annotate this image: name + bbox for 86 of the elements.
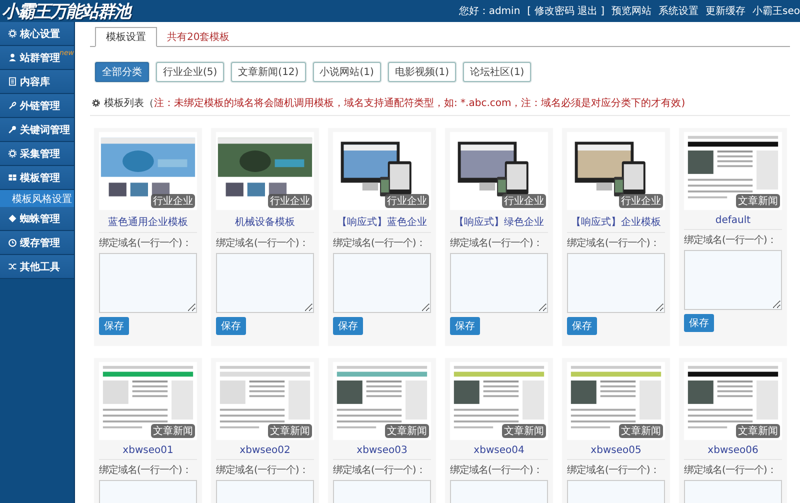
sidebar-subitem[interactable]: 模板风格设置 — [0, 190, 74, 207]
category-badge: 行业企业 — [502, 194, 546, 208]
sidebar-item[interactable]: 模板管理 — [0, 166, 74, 190]
template-name[interactable]: xbwseo01 — [99, 440, 197, 460]
save-button[interactable]: 保存 — [333, 317, 363, 335]
template-name[interactable]: 机械设备模板 — [216, 210, 314, 233]
field-label: 绑定域名(一行一个)： — [333, 236, 426, 250]
gear-icon — [92, 99, 100, 107]
template-name[interactable]: 【响应式】蓝色企业 — [333, 210, 431, 233]
logo: 小霸王万能站群池 — [1, 0, 130, 22]
field-label: 绑定域名(一行一个)： — [216, 464, 310, 477]
domain-field[interactable] — [684, 250, 782, 310]
save-button[interactable]: 保存 — [684, 314, 714, 332]
template-name[interactable]: 【响应式】绿色企业 — [450, 210, 548, 233]
category-badge: 行业企业 — [619, 194, 663, 208]
filter-button[interactable]: 全部分类 — [95, 62, 149, 82]
sidebar-item[interactable]: 外链管理 — [0, 94, 74, 118]
category-badge: 文章新闻 — [736, 424, 780, 438]
category-badge: 文章新闻 — [502, 424, 546, 438]
sidebar-item[interactable]: 采集管理 — [0, 142, 74, 166]
filter-button[interactable]: 行业企业(5) — [156, 62, 224, 82]
domain-field[interactable] — [99, 253, 197, 313]
save-button[interactable]: 保存 — [99, 317, 129, 335]
template-name[interactable]: 蓝色通用企业模板 — [99, 210, 197, 233]
gear-icon — [8, 29, 17, 38]
field-label: 绑定域名(一行一个)： — [684, 464, 778, 477]
sidebar-item[interactable]: 蜘蛛管理 — [0, 207, 74, 231]
template-name[interactable]: xbwseo04 — [450, 440, 548, 460]
domain-field[interactable] — [216, 253, 314, 313]
header-link[interactable]: [ 修改密码 退出 ] — [527, 4, 605, 18]
user-icon — [8, 53, 17, 62]
sidebar-item[interactable]: 缓存管理 — [0, 231, 74, 255]
filter-button[interactable]: 电影视频(1) — [388, 62, 456, 82]
notice-text: 注：未绑定模板的域名将会随机调用模板，域名支持通配符类型，如: *.abc.com，注：域名必须是对应分类下的才有效) — [154, 96, 686, 110]
category-badge: 文章新闻 — [385, 424, 429, 438]
save-button[interactable]: 保存 — [567, 317, 597, 335]
field-label: 绑定域名(一行一个)： — [567, 236, 660, 250]
section-title: 模板列表（ — [104, 96, 154, 110]
save-button[interactable]: 保存 — [450, 317, 480, 335]
sidebar-item[interactable]: 其他工具 — [0, 255, 74, 279]
category-badge: 文章新闻 — [268, 424, 312, 438]
grid-icon — [8, 173, 17, 182]
template-name[interactable]: xbwseo06 — [684, 440, 782, 460]
domain-field[interactable] — [333, 253, 431, 313]
field-label: 绑定域名(一行一个)： — [567, 464, 660, 477]
header-link[interactable]: 系统设置 — [658, 4, 699, 18]
template-name[interactable]: xbwseo03 — [333, 440, 431, 460]
field-label: 绑定域名(一行一个)： — [99, 236, 192, 250]
field-label: 绑定域名(一行一个)： — [333, 464, 426, 477]
clock-icon — [8, 238, 17, 247]
shuffle-icon — [8, 262, 17, 271]
category-badge: 文章新闻 — [736, 194, 780, 208]
category-badge: 行业企业 — [268, 194, 312, 208]
greeting-text: 您好：admin — [458, 5, 520, 18]
field-label: 绑定域名(一行一个)： — [216, 236, 310, 250]
field-label: 绑定域名(一行一个)： — [450, 236, 544, 250]
filter-button[interactable]: 论坛社区(1) — [463, 62, 532, 82]
category-badge: 文章新闻 — [151, 424, 195, 438]
diamond-icon — [8, 214, 17, 223]
category-badge: 行业企业 — [151, 194, 195, 208]
field-label: 绑定域名(一行一个)： — [99, 464, 192, 477]
document-icon — [8, 77, 17, 86]
field-label: 绑定域名(一行一个)： — [450, 464, 544, 477]
template-name[interactable]: xbwseo02 — [216, 440, 314, 460]
save-button[interactable]: 保存 — [216, 317, 246, 335]
key-icon — [8, 125, 17, 134]
header-link[interactable]: 预览网站 — [612, 4, 652, 18]
sidebar-item[interactable]: 内容库 — [0, 70, 74, 94]
tab[interactable]: 共有20套模板 — [157, 28, 240, 46]
sidebar-item[interactable]: 核心设置 — [0, 22, 74, 46]
tab[interactable]: 模板设置 — [95, 27, 157, 47]
template-name[interactable]: xbwseo05 — [567, 440, 665, 460]
header-link[interactable]: 小霸王seo — [752, 4, 800, 18]
domain-field[interactable] — [450, 253, 548, 313]
header-link[interactable]: 更新缓存 — [706, 4, 746, 18]
gear-icon — [8, 149, 17, 158]
category-badge: 行业企业 — [385, 194, 429, 208]
filter-button[interactable]: 小说网站(1) — [312, 62, 381, 82]
sidebar-item[interactable]: 关键词管理 — [0, 118, 74, 142]
filter-button[interactable]: 文章新闻(12) — [231, 62, 306, 82]
link-icon — [8, 101, 17, 110]
template-name[interactable]: 【响应式】企业模板 — [567, 210, 665, 233]
template-name[interactable]: default — [684, 210, 782, 230]
domain-field[interactable] — [567, 253, 665, 313]
field-label: 绑定域名(一行一个)： — [684, 234, 778, 247]
category-badge: 文章新闻 — [619, 424, 663, 438]
